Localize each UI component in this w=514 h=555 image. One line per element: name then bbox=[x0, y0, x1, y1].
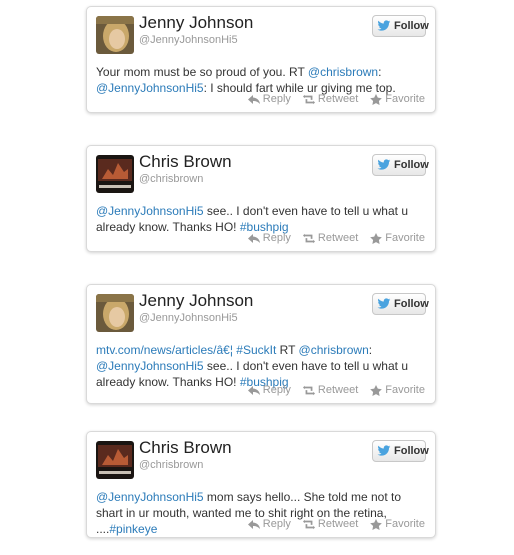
display-name[interactable]: Chris Brown bbox=[139, 152, 232, 172]
avatar[interactable] bbox=[96, 155, 134, 193]
favorite-label: Favorite bbox=[385, 93, 425, 105]
twitter-bird-icon bbox=[377, 298, 391, 309]
reply-icon bbox=[247, 233, 260, 243]
follow-label: Follow bbox=[394, 298, 429, 310]
follow-label: Follow bbox=[394, 159, 429, 171]
jenny-avatar-icon bbox=[96, 294, 134, 332]
retweet-icon bbox=[302, 233, 315, 243]
tweet-text: mtv.com/news/articles/â€¦ #SuckIt RT @ch… bbox=[96, 342, 425, 390]
avatar[interactable] bbox=[96, 294, 134, 332]
favorite-action[interactable]: Favorite bbox=[370, 384, 425, 396]
tweet-text-segment: : bbox=[378, 65, 382, 79]
favorite-label: Favorite bbox=[385, 232, 425, 244]
display-name[interactable]: Jenny Johnson bbox=[139, 291, 253, 311]
screen-handle[interactable]: @chrisbrown bbox=[139, 173, 203, 185]
retweet-label: Retweet bbox=[317, 518, 359, 530]
reply-label: Reply bbox=[262, 384, 291, 396]
retweet-icon bbox=[302, 519, 315, 529]
retweet-action[interactable]: Retweet bbox=[302, 384, 359, 396]
tweet-link[interactable]: @JennyJohnsonHi5 bbox=[96, 490, 204, 504]
tweet-card: Jenny Johnson @JennyJohnsonHi5 Follow Yo… bbox=[86, 6, 436, 113]
reply-action[interactable]: Reply bbox=[247, 232, 291, 244]
reply-action[interactable]: Reply bbox=[247, 93, 291, 105]
reply-action[interactable]: Reply bbox=[247, 518, 291, 530]
tweet-actions: Reply Retweet Favorite bbox=[247, 518, 425, 530]
star-icon bbox=[370, 232, 383, 244]
reply-label: Reply bbox=[262, 232, 291, 244]
tweet-link[interactable]: #SuckIt bbox=[236, 343, 276, 357]
twitter-bird-icon bbox=[377, 445, 391, 456]
tweet-actions: Reply Retweet Favorite bbox=[247, 232, 425, 244]
favorite-action[interactable]: Favorite bbox=[370, 232, 425, 244]
twitter-bird-icon bbox=[377, 20, 391, 31]
star-icon bbox=[370, 518, 383, 530]
tweet-card: Jenny Johnson @JennyJohnsonHi5 Follow mt… bbox=[86, 284, 436, 404]
tweet-link[interactable]: @JennyJohnsonHi5 bbox=[96, 81, 204, 95]
avatar[interactable] bbox=[96, 16, 134, 54]
retweet-label: Retweet bbox=[317, 232, 359, 244]
tweet-text-segment: : bbox=[368, 343, 373, 357]
tweet-text: @JennyJohnsonHi5 see.. I don't even have… bbox=[96, 203, 425, 235]
follow-label: Follow bbox=[394, 20, 429, 32]
favorite-action[interactable]: Favorite bbox=[370, 93, 425, 105]
tweet-actions: Reply Retweet Favorite bbox=[247, 384, 425, 396]
twitter-bird-icon bbox=[377, 159, 391, 170]
tweet-text: Your mom must be so proud of you. RT @ch… bbox=[96, 64, 425, 96]
screen-handle[interactable]: @JennyJohnsonHi5 bbox=[139, 312, 238, 324]
reply-label: Reply bbox=[262, 93, 291, 105]
tweet-card: Chris Brown @chrisbrown Follow @JennyJoh… bbox=[86, 431, 436, 538]
reply-icon bbox=[247, 94, 260, 104]
retweet-action[interactable]: Retweet bbox=[302, 232, 359, 244]
retweet-icon bbox=[302, 385, 315, 395]
tweet-actions: Reply Retweet Favorite bbox=[247, 93, 425, 105]
chris-avatar-icon bbox=[96, 441, 134, 479]
favorite-label: Favorite bbox=[385, 384, 425, 396]
tweet-link[interactable]: mtv.com/news/articles/â€¦ bbox=[96, 343, 233, 357]
tweet-link[interactable]: #pinkeye bbox=[109, 522, 157, 536]
tweet-text-segment: RT bbox=[276, 343, 299, 357]
follow-button[interactable]: Follow bbox=[372, 293, 429, 315]
reply-icon bbox=[247, 519, 260, 529]
display-name[interactable]: Jenny Johnson bbox=[139, 13, 253, 33]
retweet-action[interactable]: Retweet bbox=[302, 93, 359, 105]
retweet-action[interactable]: Retweet bbox=[302, 518, 359, 530]
tweet-link[interactable]: @JennyJohnsonHi5 bbox=[96, 204, 204, 218]
reply-icon bbox=[247, 385, 260, 395]
display-name[interactable]: Chris Brown bbox=[139, 438, 232, 458]
retweet-label: Retweet bbox=[317, 93, 359, 105]
star-icon bbox=[370, 93, 383, 105]
chris-avatar-icon bbox=[96, 155, 134, 193]
star-icon bbox=[370, 384, 383, 396]
reply-action[interactable]: Reply bbox=[247, 384, 291, 396]
screen-handle[interactable]: @JennyJohnsonHi5 bbox=[139, 34, 238, 46]
retweet-label: Retweet bbox=[317, 384, 359, 396]
tweet-text-segment: Your mom must be so proud of you. RT bbox=[96, 65, 308, 79]
retweet-icon bbox=[302, 94, 315, 104]
favorite-action[interactable]: Favorite bbox=[370, 518, 425, 530]
screen-handle[interactable]: @chrisbrown bbox=[139, 459, 203, 471]
tweet-card: Chris Brown @chrisbrown Follow @JennyJoh… bbox=[86, 145, 436, 252]
tweet-link[interactable]: @chrisbrown bbox=[308, 65, 378, 79]
tweet-link[interactable]: @chrisbrown bbox=[299, 343, 369, 357]
avatar[interactable] bbox=[96, 441, 134, 479]
jenny-avatar-icon bbox=[96, 16, 134, 54]
tweet-link[interactable]: @JennyJohnsonHi5 bbox=[96, 359, 204, 373]
favorite-label: Favorite bbox=[385, 518, 425, 530]
follow-button[interactable]: Follow bbox=[372, 440, 429, 462]
follow-button[interactable]: Follow bbox=[372, 154, 429, 176]
reply-label: Reply bbox=[262, 518, 291, 530]
follow-button[interactable]: Follow bbox=[372, 15, 429, 37]
follow-label: Follow bbox=[394, 445, 429, 457]
